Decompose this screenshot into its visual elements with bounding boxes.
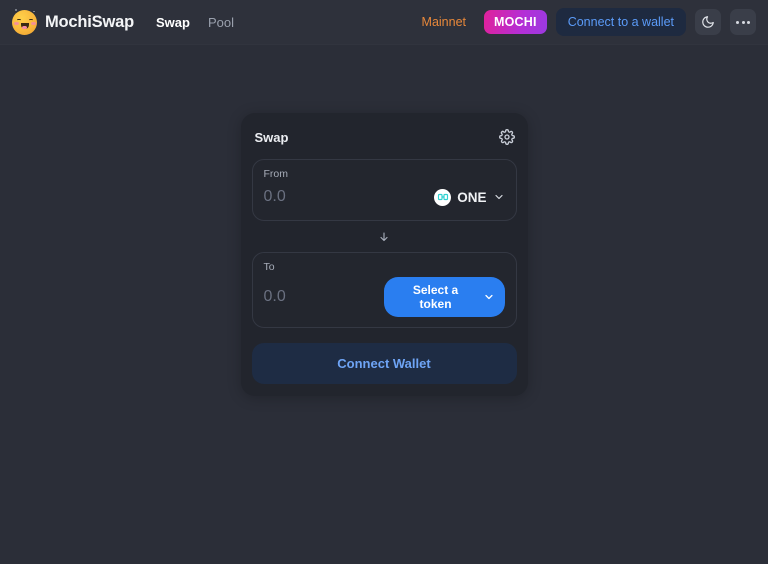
to-amount-input[interactable] [263, 288, 384, 306]
more-menu-button[interactable] [730, 9, 756, 35]
to-label: To [263, 261, 275, 273]
navbar-right-group: Mainnet MOCHI Connect to a wallet [413, 8, 756, 36]
connect-wallet-button[interactable]: Connect Wallet [251, 343, 517, 384]
main-content: Swap From 0.0 ONE To 0.0 Select a token … [0, 45, 768, 564]
switch-direction-button[interactable] [376, 229, 392, 245]
switch-direction-row [252, 221, 517, 252]
from-label: From [263, 168, 289, 180]
connect-to-wallet-button[interactable]: Connect to a wallet [555, 8, 686, 36]
arrow-down-icon [380, 232, 388, 242]
brand-name: MochiSwap [45, 12, 134, 31]
brand-logo-link[interactable]: MochiSwap [12, 8, 134, 35]
nav-item-pool[interactable]: Pool [208, 15, 234, 30]
chevron-down-icon [494, 194, 503, 200]
select-token-label: Select a token [412, 283, 459, 311]
from-field: From ONE [251, 159, 517, 221]
harmony-one-icon [434, 188, 452, 206]
to-row: Select a token [263, 277, 505, 317]
from-row: ONE [263, 184, 505, 210]
from-token-symbol: ONE [457, 189, 487, 205]
moon-icon [702, 16, 714, 28]
swap-settings-button[interactable] [498, 129, 515, 145]
chevron-down-icon [484, 294, 493, 300]
swap-card: Swap From 0.0 ONE To 0.0 Select a token … [240, 113, 528, 396]
gear-icon [498, 129, 515, 145]
from-token-selector[interactable]: ONE [434, 188, 504, 206]
nav-item-swap[interactable]: Swap [156, 15, 190, 30]
from-amount-input[interactable] [263, 188, 384, 206]
theme-toggle-button[interactable] [695, 9, 721, 35]
swap-card-header: Swap [252, 127, 517, 145]
mochi-token-badge[interactable]: MOCHI [484, 10, 547, 34]
to-field: To Select a token [251, 252, 517, 328]
top-navbar: MochiSwap Swap Pool Mainnet MOCHI Connec… [0, 0, 768, 45]
network-selector[interactable]: Mainnet [413, 11, 475, 33]
more-horizontal-icon [736, 20, 750, 24]
select-token-button[interactable]: Select a token [383, 277, 505, 317]
swap-card-title: Swap [254, 129, 289, 145]
mochi-face-icon [12, 8, 37, 35]
